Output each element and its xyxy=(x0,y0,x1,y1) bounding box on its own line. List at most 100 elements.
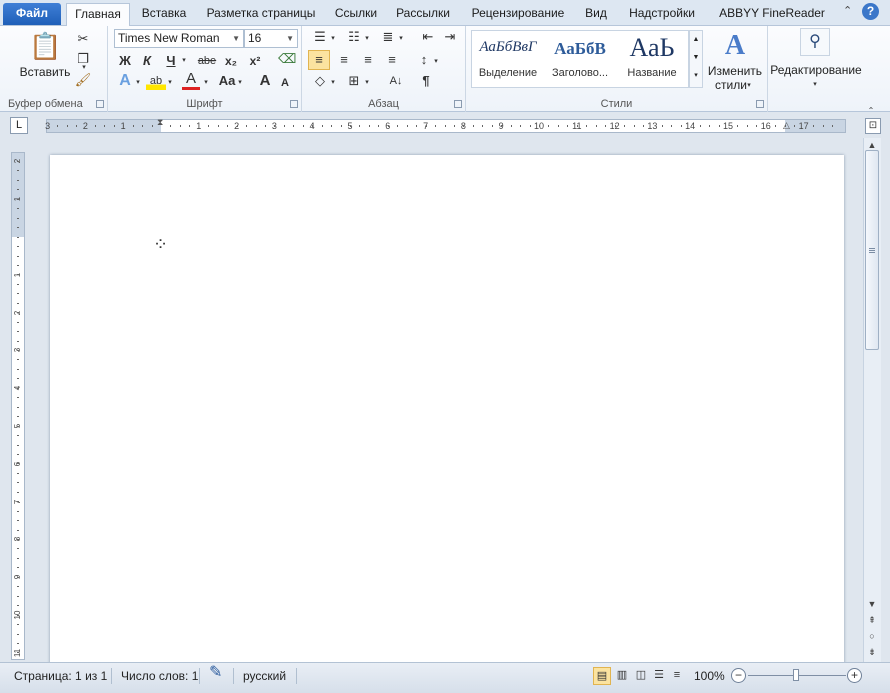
change-styles-dropdown-icon[interactable]: ▾ xyxy=(745,77,753,95)
bullets-icon[interactable]: ☰ xyxy=(310,28,330,46)
draft-view-icon[interactable]: ≡ xyxy=(668,667,686,685)
document-page[interactable] xyxy=(50,155,844,665)
text-effects-dropdown-icon[interactable]: ▾ xyxy=(134,74,142,92)
font-name-combo[interactable]: Times New Roman ▼ xyxy=(114,29,244,48)
font-launcher-icon[interactable] xyxy=(290,100,298,108)
align-right-button[interactable]: ≡ xyxy=(358,51,378,69)
subscript-button[interactable]: x₂ xyxy=(222,52,240,70)
zoom-slider-thumb[interactable] xyxy=(793,669,799,681)
change-case-dropdown-icon[interactable]: ▾ xyxy=(236,74,244,92)
bullets-dropdown-icon[interactable]: ▾ xyxy=(329,30,337,48)
outline-view-icon[interactable]: ☰ xyxy=(650,667,668,685)
numbering-icon[interactable]: ☷ xyxy=(344,28,364,46)
sort-icon[interactable]: A↓ xyxy=(386,72,406,90)
paragraph-launcher-icon[interactable] xyxy=(454,100,462,108)
page-count-status[interactable]: Страница: 1 из 1 xyxy=(14,669,107,683)
numbering-dropdown-icon[interactable]: ▾ xyxy=(363,30,371,48)
paste-button[interactable]: Вставить xyxy=(14,64,76,80)
gallery-more-icon[interactable]: ▾ xyxy=(690,67,702,85)
format-painter-icon[interactable]: 🖌 xyxy=(74,71,92,89)
minimize-ribbon-icon[interactable]: ⌃ xyxy=(843,4,852,17)
italic-button[interactable]: К xyxy=(138,52,156,70)
bold-button[interactable]: Ж xyxy=(116,52,134,70)
font-size-combo[interactable]: 16 ▼ xyxy=(244,29,298,48)
grow-font-button[interactable]: A xyxy=(256,72,274,90)
multilevel-dropdown-icon[interactable]: ▾ xyxy=(397,30,405,48)
binoculars-icon[interactable]: ⚲ xyxy=(800,28,830,56)
underline-dropdown-icon[interactable]: ▾ xyxy=(180,52,188,70)
shading-icon[interactable]: ◇ xyxy=(310,72,330,90)
text-effects-icon[interactable]: A xyxy=(116,72,134,90)
gallery-up-icon[interactable]: ▲ xyxy=(690,31,702,49)
gallery-down-icon[interactable]: ▼ xyxy=(690,49,702,67)
style-item-emphasis[interactable]: АаБбВвГ Выделение xyxy=(472,31,544,87)
zoom-in-button[interactable]: + xyxy=(847,668,862,683)
paste-icon[interactable]: 📋 xyxy=(29,30,61,62)
font-color-dropdown-icon[interactable]: ▾ xyxy=(202,74,210,92)
show-marks-button[interactable]: ¶ xyxy=(416,72,436,90)
underline-button[interactable]: Ч xyxy=(162,52,180,70)
prev-page-icon[interactable]: ⇞ xyxy=(866,614,878,626)
tab-view[interactable]: Вид xyxy=(580,3,612,25)
superscript-button[interactable]: x² xyxy=(246,52,264,70)
zoom-level[interactable]: 100% xyxy=(694,669,725,683)
indent-marker-icon[interactable]: ⧗ xyxy=(157,117,163,128)
view-ruler-icon[interactable]: ⊡ xyxy=(865,118,881,134)
tab-review[interactable]: Рецензирование xyxy=(466,3,570,25)
right-indent-marker-icon[interactable]: △ xyxy=(783,120,790,131)
line-spacing-icon[interactable]: ↕ xyxy=(414,51,434,69)
tab-references[interactable]: Ссылки xyxy=(330,3,382,25)
full-screen-reading-icon[interactable]: ▥ xyxy=(613,667,631,685)
strikethrough-button[interactable]: abe xyxy=(196,52,218,70)
font-name-dropdown-icon[interactable]: ▼ xyxy=(232,30,240,47)
increase-indent-icon[interactable]: ⇥ xyxy=(440,28,460,46)
cut-icon[interactable]: ✂ xyxy=(74,30,92,48)
horizontal-ruler[interactable]: 3211234567891011121314151617 ⧗ △ xyxy=(45,117,846,133)
scroll-down-icon[interactable]: ▼ xyxy=(866,598,878,610)
tab-addins[interactable]: Надстройки xyxy=(622,3,702,25)
copy-icon[interactable]: ❐ xyxy=(74,50,92,68)
shading-dropdown-icon[interactable]: ▾ xyxy=(329,74,337,92)
shrink-font-button[interactable]: A xyxy=(276,74,294,92)
print-layout-view-icon[interactable]: ▤ xyxy=(593,667,611,685)
editing-button[interactable]: Редактирование xyxy=(770,63,862,77)
help-icon[interactable]: ? xyxy=(862,3,879,20)
browse-object-icon[interactable]: ○ xyxy=(866,630,878,642)
web-layout-icon[interactable]: ◫ xyxy=(632,667,650,685)
style-item-heading[interactable]: АаБбВ Заголово... xyxy=(544,31,616,87)
clear-formatting-icon[interactable]: ⌫ xyxy=(278,50,296,68)
multilevel-list-icon[interactable]: ≣ xyxy=(378,28,398,46)
tab-home[interactable]: Главная xyxy=(66,3,130,27)
tab-file[interactable]: Файл xyxy=(3,3,61,25)
decrease-indent-icon[interactable]: ⇤ xyxy=(418,28,438,46)
tab-page-layout[interactable]: Разметка страницы xyxy=(202,3,320,25)
borders-dropdown-icon[interactable]: ▾ xyxy=(363,74,371,92)
editing-dropdown-icon[interactable]: ▾ xyxy=(811,76,819,94)
zoom-out-button[interactable]: − xyxy=(731,668,746,683)
language-status[interactable]: русский xyxy=(243,669,286,683)
highlight-dropdown-icon[interactable]: ▾ xyxy=(166,74,174,92)
tab-mailings[interactable]: Рассылки xyxy=(391,3,455,25)
scroll-thumb[interactable] xyxy=(865,150,879,350)
vertical-ruler[interactable]: 211234567891011 xyxy=(11,152,25,660)
tab-abbyy[interactable]: ABBYY FineReader 11 xyxy=(712,3,832,40)
font-size-dropdown-icon[interactable]: ▼ xyxy=(286,30,294,47)
borders-icon[interactable]: ⊞ xyxy=(344,72,364,90)
clipboard-launcher-icon[interactable] xyxy=(96,100,104,108)
align-center-button[interactable]: ≡ xyxy=(334,51,354,69)
style-item-title[interactable]: АаЬ Название xyxy=(616,31,688,87)
change-styles-button[interactable]: Изменить xyxy=(704,64,766,78)
align-left-button[interactable]: ≡ xyxy=(308,50,330,70)
font-color-icon[interactable]: A xyxy=(182,71,200,90)
word-count-status[interactable]: Число слов: 1 xyxy=(121,669,198,683)
change-case-button[interactable]: Aa xyxy=(216,72,238,90)
line-spacing-dropdown-icon[interactable]: ▾ xyxy=(432,53,440,71)
proofing-icon[interactable]: ✎ xyxy=(209,665,222,681)
styles-launcher-icon[interactable] xyxy=(756,100,764,108)
justify-button[interactable]: ≡ xyxy=(382,51,402,69)
tab-selector[interactable]: L xyxy=(10,117,28,134)
styles-gallery-scroll[interactable]: ▲ ▼ ▾ xyxy=(689,30,703,88)
highlight-icon[interactable]: ab xyxy=(146,72,166,90)
change-styles-icon[interactable]: A xyxy=(718,30,752,62)
tab-insert[interactable]: Вставка xyxy=(136,3,192,25)
